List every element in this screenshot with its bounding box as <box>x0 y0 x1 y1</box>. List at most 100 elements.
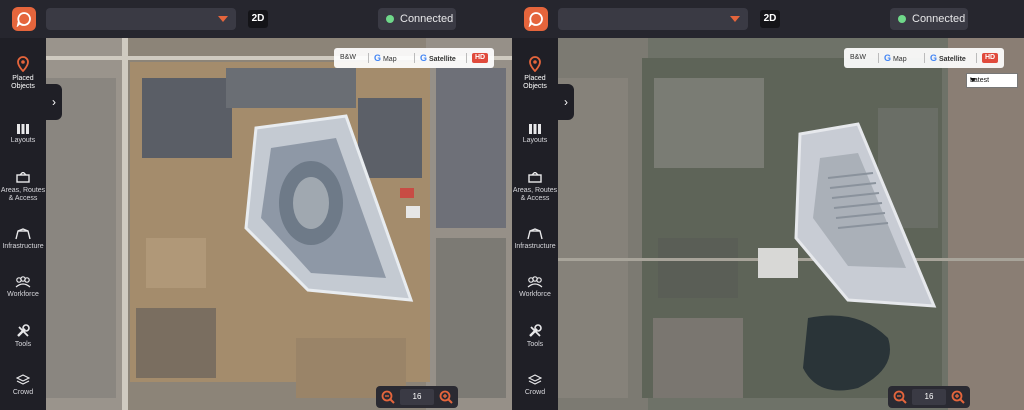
zoom-out-icon <box>381 390 395 404</box>
zoom-in-icon <box>951 390 965 404</box>
map-type-switcher: B&W G Map G Satellite HD <box>844 48 1004 68</box>
top-bar: 2D Connected <box>0 0 512 38</box>
chevron-right-icon: › <box>52 95 56 109</box>
sidebar-item-workforce[interactable]: Workforce <box>512 276 558 299</box>
sidebar-item-label: Placed Objects <box>523 75 547 90</box>
sidebar-item-label: Crowd <box>524 389 546 396</box>
sidebar-item-label: Areas, Routes & Access <box>0 187 46 202</box>
map-pin-icon <box>529 56 541 72</box>
tools-icon <box>529 324 542 337</box>
sidebar-item-label: Tools <box>14 341 32 348</box>
sidebar: Placed Objects Layouts Areas, Routes & A… <box>0 38 46 410</box>
route-icon <box>528 172 542 183</box>
hd-toggle[interactable]: HD <box>982 53 998 63</box>
sidebar-item-label: Layouts <box>10 137 36 144</box>
connection-status: Connected <box>890 8 968 30</box>
zoom-out-icon <box>893 390 907 404</box>
sidebar-item-crowd[interactable]: Crowd <box>512 374 558 397</box>
sidebar-expand-button[interactable]: › <box>46 84 62 120</box>
zoom-level-value[interactable]: 16 <box>912 389 946 405</box>
people-icon <box>15 276 31 288</box>
layouts-icon <box>17 124 29 134</box>
crowd-icon <box>528 374 542 385</box>
sidebar-item-label: Infrastructure <box>2 243 44 250</box>
app-logo[interactable] <box>12 7 36 31</box>
sidebar-item-infrastructure[interactable]: Infrastructure <box>512 228 558 251</box>
map-type-satellite-label: Satellite <box>428 56 456 63</box>
zoom-out-button[interactable] <box>892 389 908 405</box>
map-type-map[interactable]: G Map <box>374 48 397 68</box>
right-viewer-pane: B&W G Map G Satellite HD 16 2D Connected… <box>512 0 1024 410</box>
project-select[interactable] <box>558 8 748 30</box>
zoom-control: 16 <box>376 386 458 408</box>
sidebar-item-workforce[interactable]: Workforce <box>0 276 46 299</box>
hd-toggle[interactable]: HD <box>472 53 488 63</box>
chat-bubble-icon <box>16 12 31 27</box>
sidebar-item-tools[interactable]: Tools <box>0 324 46 349</box>
chevron-down-icon <box>218 16 228 22</box>
sidebar: Placed Objects Layouts Areas, Routes & A… <box>512 38 558 410</box>
sidebar-item-layouts[interactable]: Layouts <box>0 124 46 145</box>
tent-icon <box>15 228 31 240</box>
google-logo-icon: G <box>930 53 938 63</box>
map-pin-icon <box>17 56 29 72</box>
sidebar-expand-button[interactable]: › <box>558 84 574 120</box>
map-type-map-label: Map <box>382 56 397 63</box>
view-mode-2d-button[interactable]: 2D <box>248 10 268 28</box>
satellite-map-construction[interactable] <box>46 38 512 410</box>
zoom-out-button[interactable] <box>380 389 396 405</box>
imagery-date-select[interactable]: Latest <box>966 73 1018 88</box>
google-logo-icon: G <box>884 53 892 63</box>
sidebar-item-label: Crowd <box>12 389 34 396</box>
sidebar-item-crowd[interactable]: Crowd <box>0 374 46 397</box>
map-type-satellite[interactable]: G Satellite <box>930 48 966 68</box>
map-type-bw[interactable]: B&W <box>850 48 866 68</box>
sidebar-item-label: Workforce <box>7 291 39 298</box>
map-type-bw[interactable]: B&W <box>340 48 356 68</box>
google-logo-icon: G <box>420 53 428 63</box>
people-icon <box>527 276 543 288</box>
chevron-down-icon <box>730 16 740 22</box>
sidebar-item-label: Tools <box>526 341 544 348</box>
chat-bubble-icon <box>528 12 543 27</box>
sidebar-item-placed-objects[interactable]: Placed Objects <box>512 56 558 91</box>
top-bar: 2D Connected <box>512 0 1024 38</box>
status-label: Connected <box>400 13 454 25</box>
map-type-satellite-label: Satellite <box>938 56 966 63</box>
map-type-map[interactable]: G Map <box>884 48 907 68</box>
tent-icon <box>527 228 543 240</box>
zoom-control: 16 <box>888 386 970 408</box>
tools-icon <box>17 324 30 337</box>
status-dot-icon <box>898 15 906 23</box>
chevron-right-icon: › <box>564 95 568 109</box>
view-mode-2d-button[interactable]: 2D <box>760 10 780 28</box>
sidebar-item-placed-objects[interactable]: Placed Objects <box>0 56 46 91</box>
project-select[interactable] <box>46 8 236 30</box>
map-type-satellite[interactable]: G Satellite <box>420 48 456 68</box>
map-type-switcher: B&W G Map G Satellite HD <box>334 48 494 68</box>
chevron-down-icon <box>970 78 976 82</box>
sidebar-item-label: Placed Objects <box>11 75 35 90</box>
status-label: Connected <box>912 13 966 25</box>
zoom-in-button[interactable] <box>950 389 966 405</box>
satellite-map-completed[interactable] <box>558 38 1024 410</box>
sidebar-item-tools[interactable]: Tools <box>512 324 558 349</box>
sidebar-item-label: Infrastructure <box>514 243 556 250</box>
map-type-map-label: Map <box>892 56 907 63</box>
app-logo[interactable] <box>524 7 548 31</box>
connection-status: Connected <box>378 8 456 30</box>
zoom-level-value[interactable]: 16 <box>400 389 434 405</box>
crowd-icon <box>16 374 30 385</box>
sidebar-item-areas[interactable]: Areas, Routes & Access <box>512 172 558 203</box>
sidebar-item-layouts[interactable]: Layouts <box>512 124 558 145</box>
google-logo-icon: G <box>374 53 382 63</box>
zoom-in-icon <box>439 390 453 404</box>
sidebar-item-areas[interactable]: Areas, Routes & Access <box>0 172 46 203</box>
sidebar-item-infrastructure[interactable]: Infrastructure <box>0 228 46 251</box>
zoom-in-button[interactable] <box>438 389 454 405</box>
route-icon <box>16 172 30 183</box>
status-dot-icon <box>386 15 394 23</box>
sidebar-item-label: Layouts <box>522 137 548 144</box>
sidebar-item-label: Workforce <box>519 291 551 298</box>
sidebar-item-label: Areas, Routes & Access <box>512 187 558 202</box>
